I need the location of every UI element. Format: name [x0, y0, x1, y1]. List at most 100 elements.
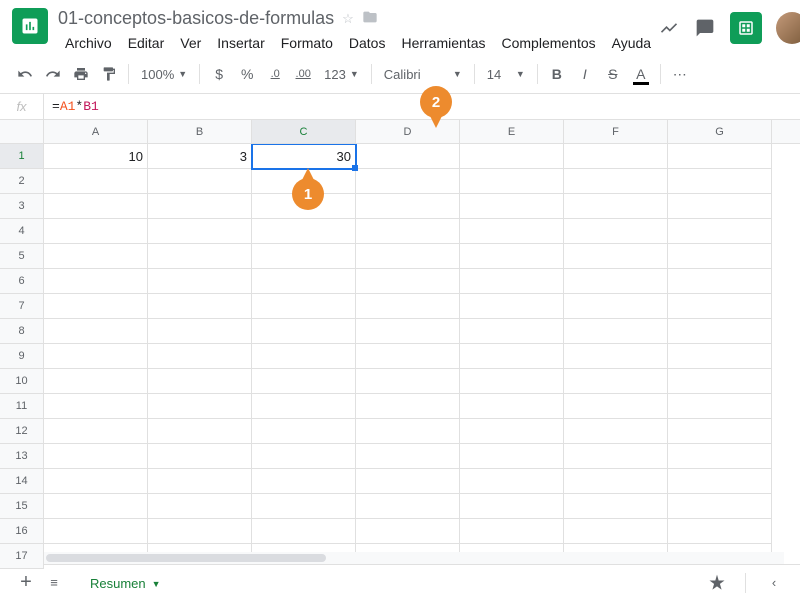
cell-E1[interactable] [460, 144, 564, 169]
menu-datos[interactable]: Datos [342, 31, 393, 55]
side-panel-toggle[interactable]: ‹ [760, 569, 788, 597]
cell-C12[interactable] [252, 419, 356, 444]
redo-button[interactable] [40, 61, 66, 87]
cell-G3[interactable] [668, 194, 772, 219]
cell-G16[interactable] [668, 519, 772, 544]
cell-A1[interactable]: 10 [44, 144, 148, 169]
cell-F16[interactable] [564, 519, 668, 544]
cell-B2[interactable] [148, 169, 252, 194]
cell-G10[interactable] [668, 369, 772, 394]
cell-A9[interactable] [44, 344, 148, 369]
row-header-10[interactable]: 10 [0, 369, 43, 394]
cell-B10[interactable] [148, 369, 252, 394]
cell-G13[interactable] [668, 444, 772, 469]
cell-E7[interactable] [460, 294, 564, 319]
row-header-8[interactable]: 8 [0, 319, 43, 344]
paint-format-button[interactable] [96, 61, 122, 87]
cell-D14[interactable] [356, 469, 460, 494]
cell-D7[interactable] [356, 294, 460, 319]
row-header-2[interactable]: 2 [0, 169, 43, 194]
cell-B1[interactable]: 3 [148, 144, 252, 169]
cell-F5[interactable] [564, 244, 668, 269]
cell-D5[interactable] [356, 244, 460, 269]
cell-B15[interactable] [148, 494, 252, 519]
percent-button[interactable]: % [234, 61, 260, 87]
cell-E16[interactable] [460, 519, 564, 544]
text-color-button[interactable]: A [628, 61, 654, 87]
cell-E9[interactable] [460, 344, 564, 369]
cell-G12[interactable] [668, 419, 772, 444]
share-button[interactable] [730, 12, 762, 44]
row-header-6[interactable]: 6 [0, 269, 43, 294]
row-header-1[interactable]: 1 [0, 144, 43, 169]
cell-F8[interactable] [564, 319, 668, 344]
cell-C15[interactable] [252, 494, 356, 519]
col-header-G[interactable]: G [668, 120, 772, 143]
cell-E8[interactable] [460, 319, 564, 344]
cell-D13[interactable] [356, 444, 460, 469]
cell-C7[interactable] [252, 294, 356, 319]
cell-A16[interactable] [44, 519, 148, 544]
cell-D11[interactable] [356, 394, 460, 419]
row-header-14[interactable]: 14 [0, 469, 43, 494]
cell-A14[interactable] [44, 469, 148, 494]
cell-D8[interactable] [356, 319, 460, 344]
cell-C4[interactable] [252, 219, 356, 244]
cell-F6[interactable] [564, 269, 668, 294]
cell-F13[interactable] [564, 444, 668, 469]
cell-B7[interactable] [148, 294, 252, 319]
cell-B5[interactable] [148, 244, 252, 269]
sheets-logo[interactable] [12, 8, 48, 44]
sheet-tab-menu-icon[interactable]: ▼ [152, 579, 161, 589]
bold-button[interactable]: B [544, 61, 570, 87]
cell-E11[interactable] [460, 394, 564, 419]
row-header-16[interactable]: 16 [0, 519, 43, 544]
row-header-5[interactable]: 5 [0, 244, 43, 269]
cell-E4[interactable] [460, 219, 564, 244]
col-header-B[interactable]: B [148, 120, 252, 143]
comment-icon[interactable] [694, 17, 716, 39]
cell-A12[interactable] [44, 419, 148, 444]
cell-F15[interactable] [564, 494, 668, 519]
cell-F2[interactable] [564, 169, 668, 194]
cell-G7[interactable] [668, 294, 772, 319]
cell-B3[interactable] [148, 194, 252, 219]
cell-F12[interactable] [564, 419, 668, 444]
cell-C8[interactable] [252, 319, 356, 344]
menu-formato[interactable]: Formato [274, 31, 340, 55]
row-header-7[interactable]: 7 [0, 294, 43, 319]
col-header-D[interactable]: D [356, 120, 460, 143]
menu-ayuda[interactable]: Ayuda [605, 31, 658, 55]
cell-B4[interactable] [148, 219, 252, 244]
cell-F7[interactable] [564, 294, 668, 319]
zoom-combo[interactable]: 100%▼ [135, 61, 193, 87]
cell-G1[interactable] [668, 144, 772, 169]
doc-title[interactable]: 01-conceptos-basicos-de-formulas [58, 8, 334, 29]
cell-E13[interactable] [460, 444, 564, 469]
cell-G2[interactable] [668, 169, 772, 194]
row-header-9[interactable]: 9 [0, 344, 43, 369]
font-size-combo[interactable]: 14▼ [481, 61, 531, 87]
cell-D16[interactable] [356, 519, 460, 544]
avatar[interactable] [776, 12, 800, 44]
activity-icon[interactable] [658, 17, 680, 39]
star-icon[interactable]: ☆ [342, 11, 354, 27]
row-header-4[interactable]: 4 [0, 219, 43, 244]
cell-A4[interactable] [44, 219, 148, 244]
menu-herramientas[interactable]: Herramientas [394, 31, 492, 55]
cell-D3[interactable] [356, 194, 460, 219]
strikethrough-button[interactable]: S [600, 61, 626, 87]
currency-button[interactable]: $ [206, 61, 232, 87]
cell-A7[interactable] [44, 294, 148, 319]
cell-B14[interactable] [148, 469, 252, 494]
cell-G5[interactable] [668, 244, 772, 269]
cell-B8[interactable] [148, 319, 252, 344]
cell-A5[interactable] [44, 244, 148, 269]
row-header-13[interactable]: 13 [0, 444, 43, 469]
cell-G11[interactable] [668, 394, 772, 419]
undo-button[interactable] [12, 61, 38, 87]
sheet-tab-resumen[interactable]: Resumen ▼ [76, 565, 175, 601]
cell-G15[interactable] [668, 494, 772, 519]
cell-G9[interactable] [668, 344, 772, 369]
cell-F11[interactable] [564, 394, 668, 419]
